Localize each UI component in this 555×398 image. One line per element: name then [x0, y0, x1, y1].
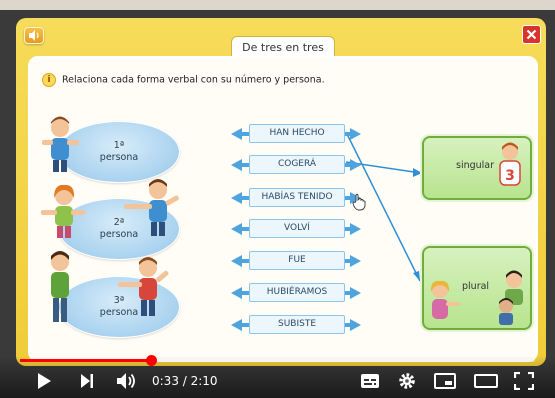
- singular-label: singular: [456, 160, 495, 171]
- arrowhead-plural: [413, 271, 420, 281]
- volume-icon[interactable]: [116, 372, 138, 390]
- answer-box-singular[interactable]: singular 3: [422, 136, 532, 200]
- activity-panel: i Relaciona cada forma verbal con su núme…: [28, 56, 538, 362]
- verb-label-2: COGERÁ: [249, 155, 345, 174]
- verb-label-1: HAN HECHO: [249, 124, 345, 143]
- verb-label-7: SUBISTE: [249, 315, 345, 334]
- time-display: 0:33 / 2:10: [152, 374, 218, 388]
- settings-icon[interactable]: [398, 372, 416, 390]
- verb-item-4[interactable]: VOLVÍ: [231, 219, 361, 238]
- top-strip: [0, 0, 555, 10]
- verb-item-6[interactable]: HUBIÉRAMOS: [231, 283, 361, 302]
- verb-label-5: FUE: [249, 251, 345, 270]
- next-icon[interactable]: [80, 373, 94, 389]
- subtitles-icon[interactable]: [360, 373, 380, 389]
- sound-button[interactable]: [24, 27, 44, 44]
- kids-figure-plural: [499, 270, 523, 325]
- verb-item-5[interactable]: FUE: [231, 251, 361, 270]
- close-icon: [526, 29, 537, 40]
- close-button[interactable]: [522, 25, 541, 44]
- activity-title-tab: De tres en tres: [231, 36, 335, 57]
- verb-item-2[interactable]: COGERÁ: [231, 155, 361, 174]
- video-frame[interactable]: De tres en tres i Relaciona cada forma ve…: [0, 0, 555, 398]
- play-icon[interactable]: [36, 372, 52, 390]
- progress-knob[interactable]: [145, 355, 157, 366]
- theater-icon[interactable]: [474, 374, 498, 388]
- verb-item-7[interactable]: SUBISTE: [231, 315, 361, 334]
- activity-frame: De tres en tres i Relaciona cada forma ve…: [16, 18, 546, 366]
- progress-bar[interactable]: [20, 355, 535, 366]
- progress-fill: [20, 359, 151, 362]
- answer-box-plural[interactable]: plural: [422, 246, 532, 330]
- miniplayer-icon[interactable]: [434, 373, 456, 389]
- verb-label-4: VOLVÍ: [249, 219, 345, 238]
- verb-label-6: HUBIÉRAMOS: [249, 283, 345, 302]
- speaker-icon: [29, 30, 39, 41]
- verb-label-3: HABÍAS TENIDO: [249, 188, 345, 207]
- plural-label: plural: [462, 281, 490, 292]
- shirt-number: 3: [505, 168, 515, 184]
- hand-cursor-icon: [352, 193, 366, 211]
- boy-number-figure: 3: [499, 142, 521, 186]
- verb-item-3[interactable]: HABÍAS TENIDO: [231, 188, 361, 207]
- arrowhead-singular: [413, 168, 422, 177]
- girl-figure-plural: [430, 280, 460, 319]
- fullscreen-icon[interactable]: [514, 372, 534, 390]
- verb-item-1[interactable]: HAN HECHO: [231, 124, 361, 143]
